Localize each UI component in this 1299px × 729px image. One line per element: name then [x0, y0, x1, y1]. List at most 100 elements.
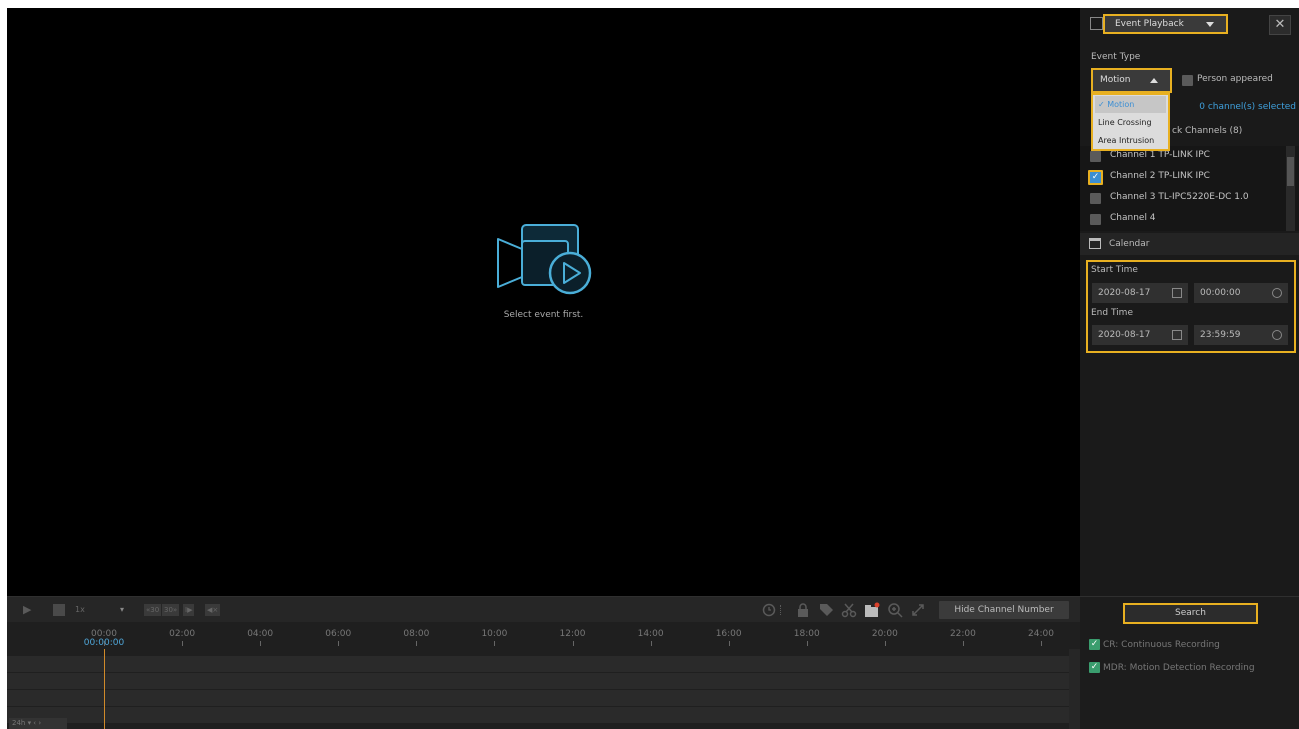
frame-step-button[interactable]: I▶ — [183, 604, 195, 616]
playback-mode-value: Event Playback — [1115, 19, 1184, 29]
timeline-tick — [728, 641, 730, 646]
dropdown-option-line-crossing[interactable]: Line Crossing — [1095, 114, 1166, 131]
event-type-value: Motion — [1100, 75, 1131, 85]
channel-label: Channel 1 TP-LINK IPC — [1110, 150, 1210, 160]
timeline-tick — [962, 641, 964, 646]
timeline-hour-label: 16:00 — [715, 629, 742, 639]
scissors-icon[interactable] — [841, 602, 857, 618]
event-type-label: Event Type — [1091, 52, 1141, 62]
timeline-hour-label: 18:00 — [793, 629, 820, 639]
timeline-tick — [1041, 641, 1042, 646]
channel-checkbox[interactable] — [1090, 214, 1101, 225]
volume-button[interactable]: ◀× — [205, 604, 221, 616]
end-date-field[interactable]: 2020-08-17 — [1092, 325, 1188, 345]
skip-back-button[interactable]: «30 — [144, 604, 162, 616]
search-area: Search ✓ CR: Continuous Recording ✓ MDR: M… — [1080, 596, 1299, 729]
dropdown-option-area-intrusion[interactable]: Area Intrusion — [1095, 132, 1166, 149]
select-event-message: Select event first. — [503, 310, 584, 320]
playback-mode-select[interactable]: Event Playback — [1103, 14, 1228, 34]
timeline-track[interactable] — [7, 690, 1069, 706]
timeline-tick — [572, 641, 574, 646]
calendar-icon[interactable] — [1172, 330, 1182, 340]
timeline-hour-label: 20:00 — [871, 629, 898, 639]
timeline-tick — [806, 641, 808, 646]
channel-checkbox[interactable]: ✓ — [1088, 170, 1103, 185]
dropdown-option-motion[interactable]: ✓ Motion — [1095, 96, 1166, 113]
calendar-icon — [1089, 238, 1101, 249]
scrollbar-thumb[interactable] — [1287, 157, 1294, 186]
calendar-label: Calendar — [1109, 239, 1150, 249]
playback-channels-label: ck Channels (8) — [1172, 126, 1243, 136]
timeline-hour-label: 10:00 — [481, 629, 508, 639]
timeline-track[interactable] — [7, 707, 1069, 723]
timeline-track[interactable] — [7, 656, 1069, 672]
list-item[interactable]: Channel 3 TL-IPC5220E-DC 1.0 — [1080, 188, 1285, 209]
stop-button[interactable] — [53, 604, 65, 616]
channel-label: Channel 4 — [1110, 213, 1156, 223]
fullscreen-icon[interactable] — [910, 602, 926, 618]
event-type-select[interactable]: Motion — [1091, 68, 1172, 93]
timeline-hour-label: 08:00 — [403, 629, 430, 639]
check-icon: ✓ — [1089, 639, 1100, 650]
close-button[interactable]: ✕ — [1269, 15, 1291, 35]
lock-icon[interactable] — [795, 602, 811, 618]
hide-channel-number-button[interactable]: Hide Channel Number — [939, 601, 1069, 619]
start-date-field[interactable]: 2020-08-17 — [1092, 283, 1188, 303]
clock-icon[interactable] — [1272, 330, 1282, 340]
start-time-label: Start Time — [1091, 265, 1138, 275]
play-button[interactable]: ▶ — [23, 603, 31, 617]
legend-label: CR: Continuous Recording — [1103, 640, 1220, 650]
start-time-field[interactable]: 00:00:00 — [1194, 283, 1288, 303]
timeline-hour-label: 12:00 — [559, 629, 586, 639]
zoom-in-icon[interactable] — [887, 602, 903, 618]
timeline-hour-label: 02:00 — [169, 629, 196, 639]
channel-checkbox[interactable] — [1090, 151, 1101, 162]
chevron-up-icon — [1150, 78, 1158, 83]
end-time-field[interactable]: 23:59:59 — [1194, 325, 1288, 345]
timeline-tick — [338, 641, 340, 646]
person-appeared-label: Person appeared — [1197, 74, 1273, 84]
timeline[interactable]: 00:00 02:00 04:00 06:00 08:00 10:00 12:00 14:00… — [7, 622, 1080, 729]
video-camera-icon — [497, 224, 592, 295]
legend-label: MDR: Motion Detection Recording — [1103, 663, 1255, 673]
current-time-label: 00:00:00 — [83, 638, 125, 648]
end-time-label: End Time — [1091, 308, 1133, 318]
list-item[interactable]: ✓ Channel 2 TP-LINK IPC — [1080, 167, 1285, 188]
calendar-section[interactable]: Calendar — [1080, 233, 1299, 255]
channel-label: Channel 2 TP-LINK IPC — [1110, 171, 1210, 181]
playback-cursor[interactable] — [104, 649, 105, 729]
timeline-hour-label: 22:00 — [949, 629, 976, 639]
zoom-select[interactable]: 24h ▾ ‹ › — [9, 718, 67, 729]
divider — [780, 605, 782, 615]
clip-folder-icon[interactable] — [864, 602, 880, 618]
playback-toolbar: ▶ 1x ▾ «30 30» I▶ ◀× Hide Channel Number — [7, 596, 1080, 622]
timeline-tick — [182, 641, 184, 646]
timeline-tick — [416, 641, 418, 646]
speed-select[interactable]: 1x ▾ — [75, 603, 135, 617]
search-button[interactable]: Search — [1123, 603, 1258, 624]
timeline-scrollbar[interactable] — [1069, 649, 1080, 729]
timeline-hour-label: 24:00 — [1028, 629, 1054, 639]
video-display: Select event first. — [7, 8, 1080, 596]
timeline-tick — [884, 641, 886, 646]
legend-item: ✓ MDR: Motion Detection Recording — [1089, 662, 1255, 673]
legend-item: ✓ CR: Continuous Recording — [1089, 639, 1220, 650]
calendar-icon[interactable] — [1172, 288, 1182, 298]
person-appeared-checkbox[interactable] — [1182, 75, 1193, 86]
list-item[interactable]: Channel 4 — [1080, 209, 1285, 230]
time-range-box: Start Time 2020-08-17 00:00:00 End Time … — [1086, 260, 1296, 353]
timeline-hour-label: 14:00 — [637, 629, 664, 639]
chevron-down-icon — [1206, 22, 1214, 27]
clock-icon[interactable] — [1272, 288, 1282, 298]
channel-checkbox[interactable] — [1090, 193, 1101, 204]
skip-forward-button[interactable]: 30» — [162, 604, 180, 616]
timeline-hour-label: 06:00 — [325, 629, 352, 639]
timeline-tick — [494, 641, 496, 646]
right-panel: Event Playback ✕ Event Type Motion Perso… — [1080, 8, 1299, 729]
channel-scrollbar[interactable] — [1286, 146, 1295, 231]
tag-icon[interactable] — [818, 602, 834, 618]
timeline-track[interactable] — [7, 673, 1069, 689]
sync-icon[interactable] — [761, 602, 777, 618]
film-icon — [1090, 17, 1103, 30]
check-icon: ✓ — [1089, 662, 1100, 673]
